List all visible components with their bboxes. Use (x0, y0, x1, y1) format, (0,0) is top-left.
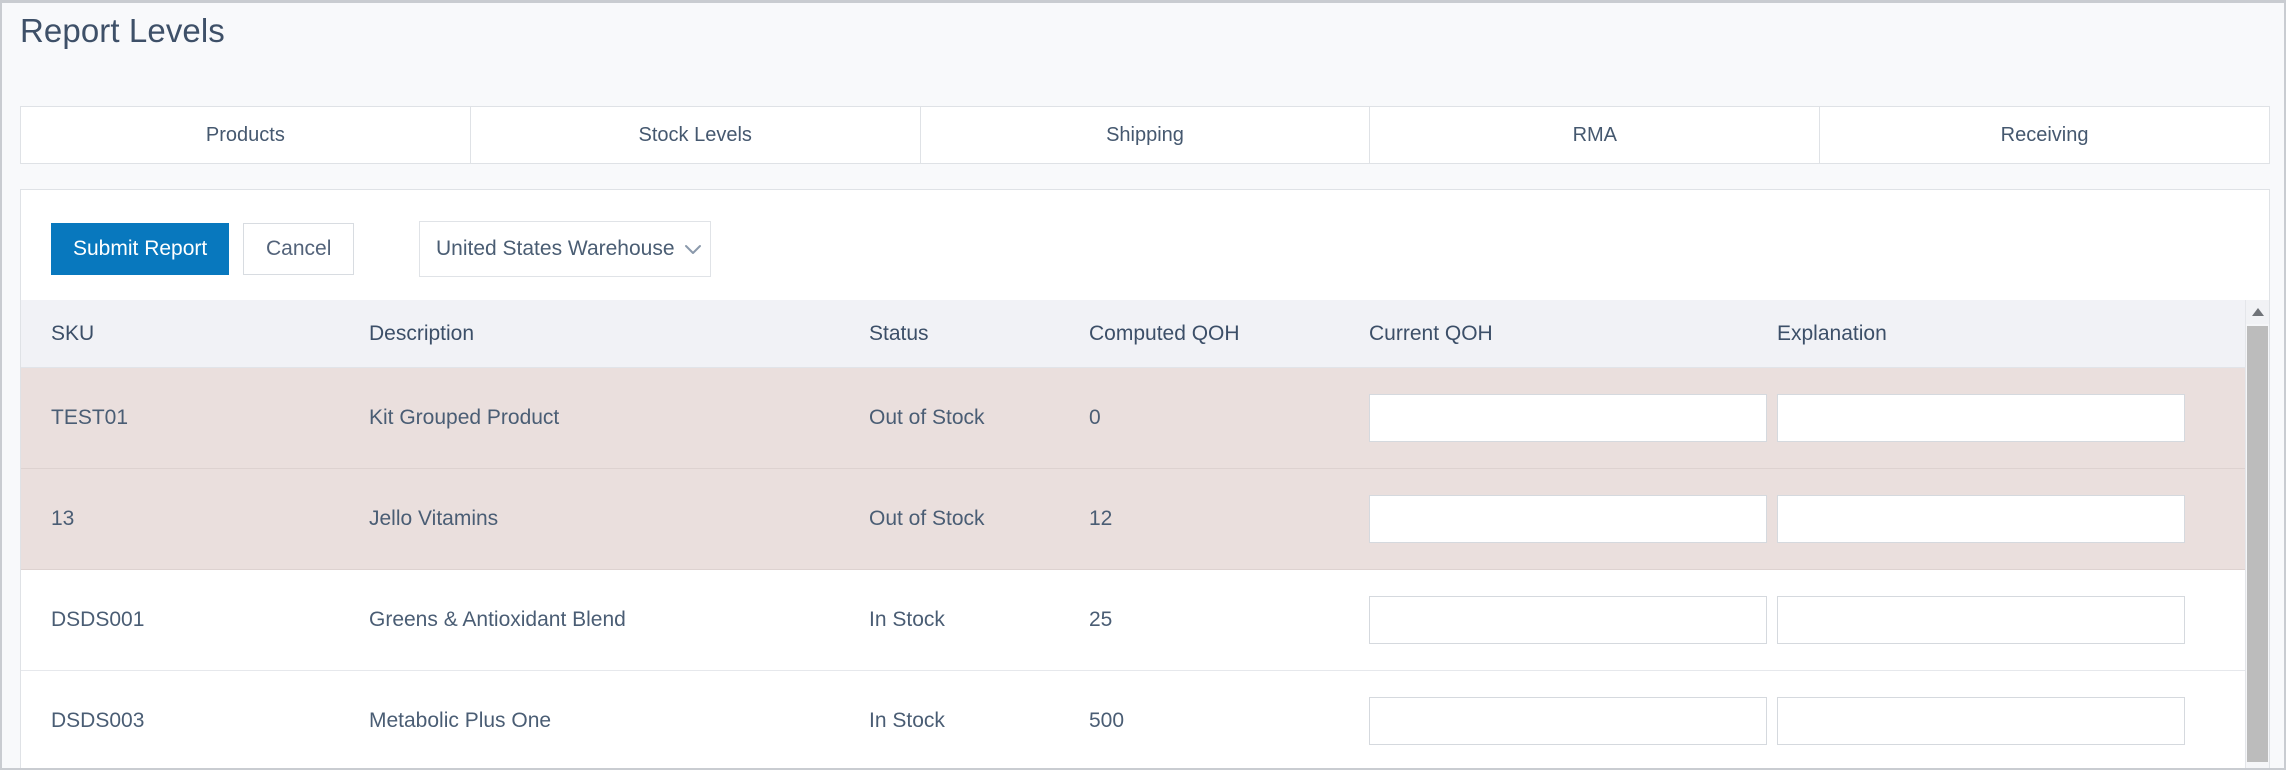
tab-label: Shipping (1106, 123, 1184, 146)
current-qoh-input[interactable] (1369, 697, 1767, 745)
table-row[interactable]: 13 Jello Vitamins Out of Stock 12 (21, 469, 2253, 570)
column-header-status: Status (869, 321, 929, 345)
cell-description: Kit Grouped Product (369, 406, 560, 429)
cell-status: In Stock (869, 608, 945, 631)
tab-label: RMA (1572, 123, 1618, 146)
scroll-up-arrow-icon[interactable] (2246, 300, 2269, 324)
cell-description: Metabolic Plus One (369, 709, 552, 732)
submit-report-button[interactable]: Submit Report (51, 223, 230, 275)
current-qoh-input[interactable] (1369, 596, 1767, 644)
cell-status: Out of Stock (869, 406, 985, 429)
cell-description: Jello Vitamins (369, 507, 499, 530)
current-qoh-input[interactable] (1369, 394, 1767, 442)
tab-products[interactable]: Products (21, 107, 471, 163)
cell-explanation (1777, 697, 2197, 745)
tab-rma[interactable]: RMA (1370, 107, 1821, 163)
cell-sku: DSDS001 (51, 608, 145, 631)
cell-current-qoh (1369, 596, 1777, 644)
table-row[interactable]: DSDS003 Metabolic Plus One In Stock 500 (21, 671, 2253, 768)
tab-bar: Products Stock Levels Shipping RMA Recei… (20, 106, 2270, 164)
cell-description: Greens & Antioxidant Blend (369, 608, 626, 631)
cell-status: Out of Stock (869, 507, 985, 530)
cell-sku: TEST01 (51, 406, 129, 429)
cell-current-qoh (1369, 495, 1777, 543)
column-header-explanation: Explanation (1777, 321, 1887, 345)
current-qoh-input[interactable] (1369, 495, 1767, 543)
tab-stock-levels[interactable]: Stock Levels (470, 107, 921, 163)
column-header-computed-qoh: Computed QOH (1089, 321, 1240, 345)
cell-computed-qoh: 12 (1089, 507, 1113, 530)
triangle-up-icon (2251, 308, 2264, 316)
vertical-scroll-thumb[interactable] (2247, 326, 2268, 762)
column-header-description: Description (369, 321, 475, 345)
cell-computed-qoh: 25 (1089, 608, 1113, 631)
explanation-input[interactable] (1777, 495, 2185, 543)
column-header-sku: SKU (51, 321, 95, 345)
tab-shipping[interactable]: Shipping (920, 107, 1371, 163)
cancel-button[interactable]: Cancel (243, 223, 355, 275)
cell-status: In Stock (869, 709, 945, 732)
tab-label: Stock Levels (638, 123, 752, 146)
cell-explanation (1777, 596, 2197, 644)
explanation-input[interactable] (1777, 394, 2185, 442)
table-row[interactable]: TEST01 Kit Grouped Product Out of Stock … (21, 368, 2253, 469)
cell-current-qoh (1369, 697, 1777, 745)
stock-levels-table: SKU Description Status Computed QOH Curr… (21, 300, 2269, 768)
table-header-row: SKU Description Status Computed QOH Curr… (21, 300, 2253, 368)
explanation-input[interactable] (1777, 596, 2185, 644)
chevron-down-icon (684, 245, 701, 254)
warehouse-select-label: United States Warehouse (436, 237, 675, 260)
cell-computed-qoh: 0 (1089, 406, 1101, 429)
cell-explanation (1777, 495, 2197, 543)
cell-sku: DSDS003 (51, 709, 145, 732)
cell-explanation (1777, 394, 2197, 442)
column-header-current-qoh: Current QOH (1369, 321, 1493, 345)
application-window: Report Levels Products Stock Levels Ship… (0, 0, 2286, 770)
cell-computed-qoh: 500 (1089, 709, 1125, 732)
cell-current-qoh (1369, 394, 1777, 442)
report-panel: Submit Report Cancel United States Wareh… (20, 189, 2270, 768)
tab-label: Receiving (2000, 123, 2089, 146)
table-row[interactable]: DSDS001 Greens & Antioxidant Blend In St… (21, 570, 2253, 671)
report-toolbar: Submit Report Cancel United States Wareh… (21, 190, 2269, 300)
tab-receiving[interactable]: Receiving (1820, 107, 2269, 163)
page-title: Report Levels (20, 12, 225, 49)
table-vertical-scrollbar[interactable] (2245, 300, 2269, 768)
cell-sku: 13 (51, 507, 75, 530)
tab-label: Products (205, 123, 285, 146)
explanation-input[interactable] (1777, 697, 2185, 745)
warehouse-select[interactable]: United States Warehouse (419, 221, 711, 277)
